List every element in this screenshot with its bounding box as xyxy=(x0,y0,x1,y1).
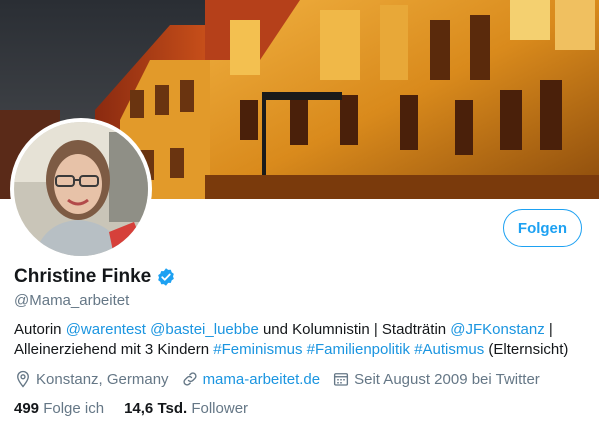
profile-handle[interactable]: @Mama_arbeitet xyxy=(14,292,129,309)
avatar-image xyxy=(14,122,148,256)
following-stat[interactable]: 499 Folge ich xyxy=(14,400,104,417)
location-text: Konstanz, Germany xyxy=(36,370,169,388)
joined-text: Seit August 2009 bei Twitter xyxy=(354,370,540,388)
location-item: Konstanz, Germany xyxy=(14,370,169,388)
location-pin-icon xyxy=(17,370,29,388)
profile-name-row: Christine Finke xyxy=(14,266,176,288)
website-item: mama-arbeitet.de xyxy=(181,370,321,388)
verified-badge-icon xyxy=(156,267,176,287)
bio-text: Autorin xyxy=(14,321,66,338)
following-count: 499 xyxy=(14,400,40,417)
joined-item: Seit August 2009 bei Twitter xyxy=(332,370,540,388)
avatar[interactable] xyxy=(10,118,152,260)
profile-stats: 499 Folge ich 14,6 Tsd. Follower xyxy=(14,400,268,417)
mention-bastei-luebbe[interactable]: @bastei_luebbe xyxy=(150,321,259,338)
hashtag-feminismus[interactable]: #Feminismus xyxy=(213,341,302,358)
following-label: Folge ich xyxy=(43,400,105,417)
profile-meta: Konstanz, Germany mama-arbeitet.de Seit … xyxy=(14,370,552,388)
bio-line-2: Alleinerziehend mit 3 Kindern #Feminismu… xyxy=(14,340,584,360)
bio-text: (Elternsicht) xyxy=(484,341,569,358)
follow-button[interactable]: Folgen xyxy=(503,209,582,247)
bio-text: und Kolumnistin | Stadträtin xyxy=(258,321,451,338)
mention-warentest[interactable]: @warentest xyxy=(66,321,146,338)
hashtag-familienpolitik[interactable]: #Familienpolitik xyxy=(307,341,410,358)
hashtag-autismus[interactable]: #Autismus xyxy=(414,341,484,358)
bio-text: | xyxy=(544,321,553,338)
calendar-icon xyxy=(334,373,349,386)
profile-name: Christine Finke xyxy=(14,266,152,287)
mention-jfkonstanz[interactable]: @JFKonstanz xyxy=(450,321,544,338)
followers-stat[interactable]: 14,6 Tsd. Follower xyxy=(124,400,248,417)
bio-text: Alleinerziehend mit 3 Kindern xyxy=(14,341,214,358)
bio-line-1: Autorin @warentest @bastei_luebbe und Ko… xyxy=(14,320,584,340)
website-link[interactable]: mama-arbeitet.de xyxy=(203,371,321,388)
followers-count: 14,6 Tsd. xyxy=(124,400,188,417)
profile-bio: Autorin @warentest @bastei_luebbe und Ko… xyxy=(14,320,584,360)
followers-label: Follower xyxy=(191,400,249,417)
link-icon xyxy=(183,372,197,386)
